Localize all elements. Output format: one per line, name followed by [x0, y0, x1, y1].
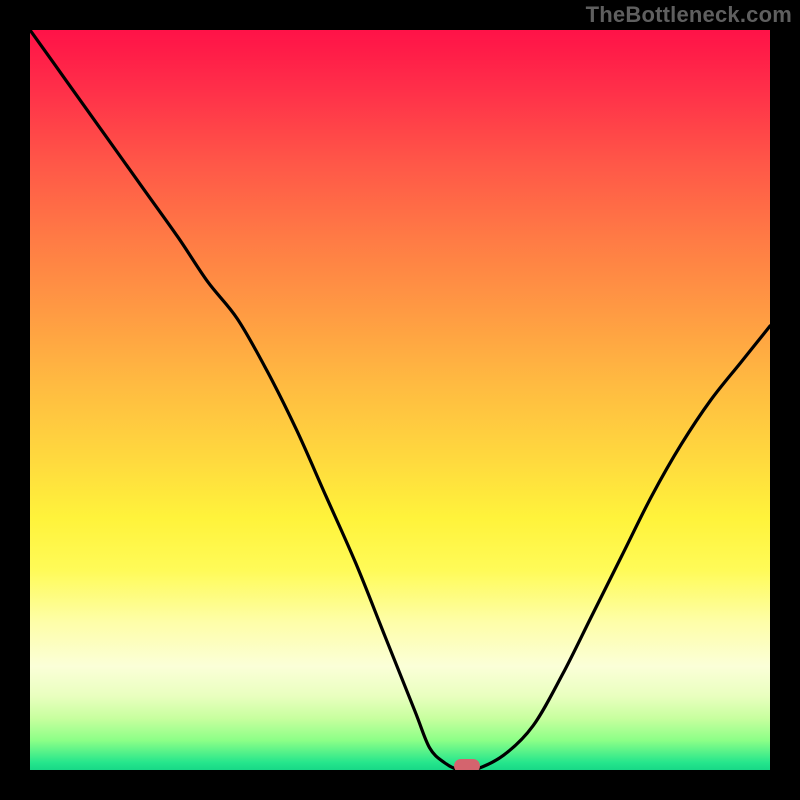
bottleneck-curve [30, 30, 770, 770]
optimal-point-marker [454, 759, 480, 770]
plot-area [30, 30, 770, 770]
chart-frame: TheBottleneck.com [0, 0, 800, 800]
watermark-text: TheBottleneck.com [586, 2, 792, 28]
